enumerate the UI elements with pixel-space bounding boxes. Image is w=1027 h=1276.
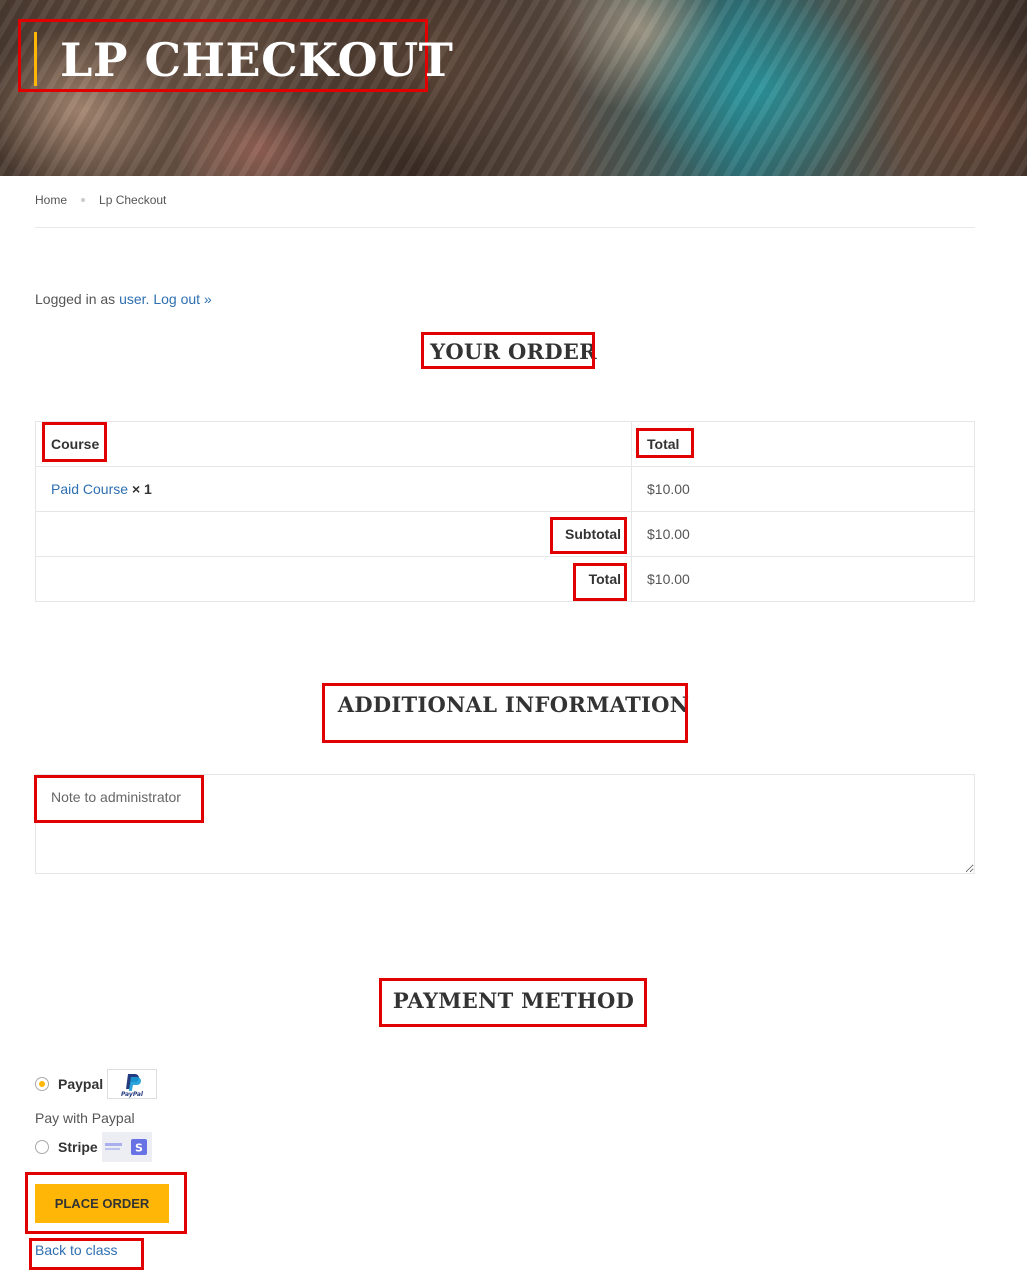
stripe-radio[interactable]	[35, 1140, 49, 1154]
subtotal-value: $10.00	[631, 511, 975, 557]
breadcrumb: Home Lp Checkout	[35, 193, 166, 207]
your-order-heading: YOUR ORDER	[430, 339, 597, 364]
place-order-button[interactable]: PLACE ORDER	[35, 1184, 169, 1223]
course-link[interactable]: Paid Course	[51, 481, 128, 497]
column-header-total: Total	[631, 421, 975, 467]
total-value: $10.00	[631, 556, 975, 602]
total-row: Total $10.00	[35, 556, 975, 602]
order-table: Course Total Paid Course × 1 $10.00 Subt…	[35, 421, 975, 602]
paypal-label: Paypal	[58, 1076, 104, 1092]
item-price: $10.00	[631, 466, 975, 512]
breadcrumb-current: Lp Checkout	[99, 193, 167, 207]
total-label: Total	[35, 556, 632, 602]
item-quantity: × 1	[131, 481, 152, 497]
breadcrumb-separator	[81, 197, 86, 202]
svg-text:S: S	[135, 1142, 143, 1155]
payment-option-stripe[interactable]: Stripe S	[35, 1132, 152, 1162]
subtotal-row: Subtotal $10.00	[35, 511, 975, 557]
table-row: Paid Course × 1 $10.00	[35, 466, 975, 512]
paypal-description: Pay with Paypal	[35, 1110, 135, 1126]
admin-note-textarea[interactable]	[35, 774, 975, 874]
table-header-row: Course Total	[35, 421, 975, 467]
paypal-logo-icon: PayPal	[107, 1069, 158, 1099]
breadcrumb-home-link[interactable]: Home	[35, 193, 67, 207]
svg-text:PayPal: PayPal	[121, 1091, 144, 1098]
login-status-prefix: Logged in as	[35, 291, 120, 307]
stripe-logo-icon: S	[101, 1132, 152, 1162]
logout-link[interactable]: Log out »	[153, 291, 211, 307]
page-title: LP CHECKOUT	[60, 33, 454, 87]
title-accent-bar	[34, 32, 37, 86]
additional-info-heading: ADDITIONAL INFORMATION	[337, 692, 690, 717]
subtotal-label: Subtotal	[35, 511, 632, 557]
paypal-radio[interactable]	[35, 1077, 49, 1091]
payment-method-heading: PAYMENT METHOD	[392, 988, 635, 1013]
stripe-label: Stripe	[58, 1139, 98, 1155]
payment-option-paypal[interactable]: Paypal PayPal	[35, 1069, 158, 1099]
user-link[interactable]: user.	[119, 291, 149, 307]
order-item-cell: Paid Course × 1	[35, 466, 632, 512]
divider	[35, 227, 975, 228]
column-header-course: Course	[35, 421, 632, 467]
back-to-class-link[interactable]: Back to class	[35, 1242, 117, 1258]
login-status: Logged in as user. Log out »	[35, 291, 212, 307]
